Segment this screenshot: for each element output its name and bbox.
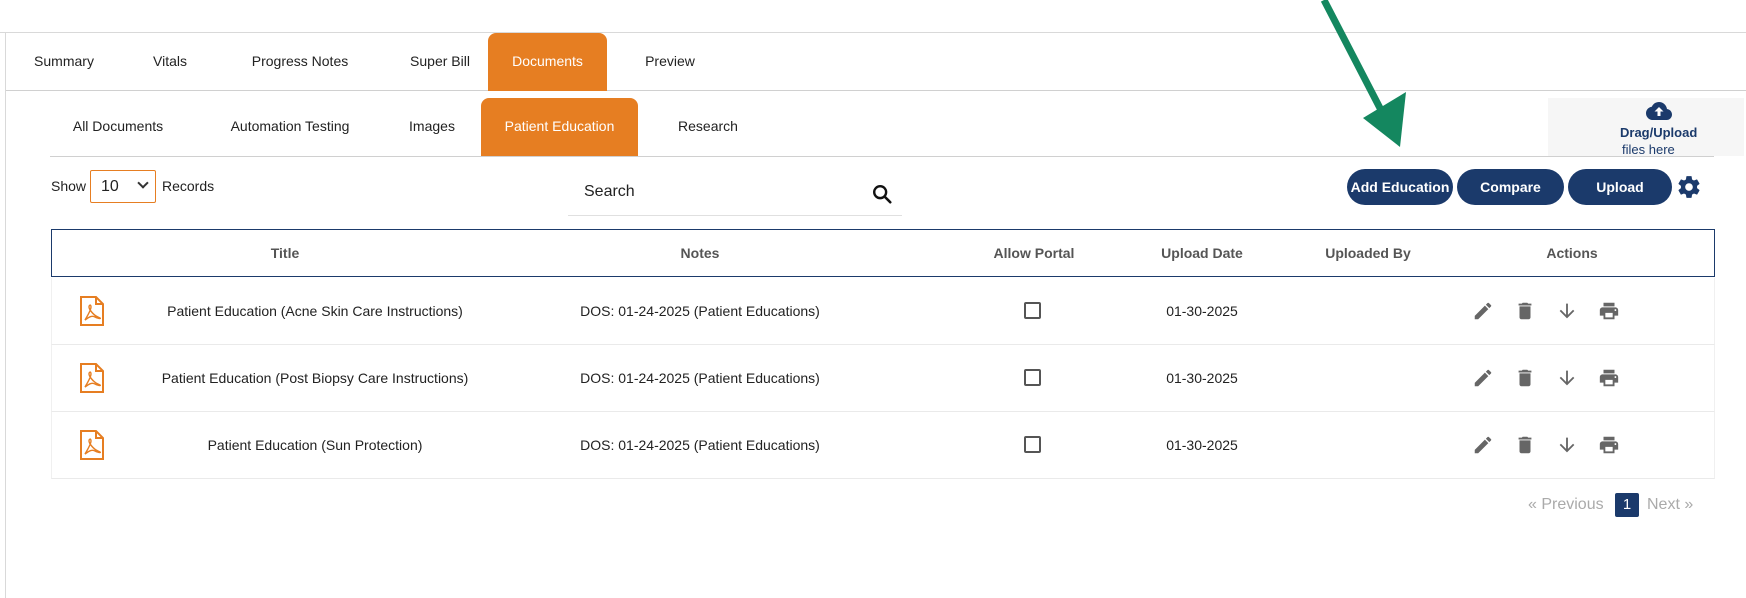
download-icon[interactable] — [1556, 300, 1578, 322]
subtab-automation-testing[interactable]: Automation Testing — [212, 98, 368, 156]
tab-super-bill[interactable]: Super Bill — [384, 33, 496, 91]
records-label: Records — [162, 178, 215, 194]
show-label: Show — [51, 178, 87, 194]
row-uploaded-by — [1288, 412, 1448, 479]
search-icon[interactable] — [871, 183, 893, 205]
tab-documents[interactable]: Documents — [488, 33, 607, 91]
tab-vitals[interactable]: Vitals — [128, 33, 212, 91]
subtab-patient-education[interactable]: Patient Education — [481, 98, 638, 156]
subtab-images[interactable]: Images — [392, 98, 472, 156]
row-upload-date: 01-30-2025 — [1166, 437, 1238, 453]
row-notes: DOS: 01-24-2025 (Patient Educations) — [580, 303, 820, 319]
row-uploaded-by — [1288, 345, 1448, 412]
table-row: Patient Education (Sun Protection) DOS: … — [51, 412, 1715, 479]
allow-portal-checkbox[interactable] — [1024, 369, 1041, 386]
allow-portal-checkbox[interactable] — [1024, 302, 1041, 319]
table-row: Patient Education (Post Biopsy Care Inst… — [51, 345, 1715, 412]
allow-portal-checkbox[interactable] — [1024, 436, 1041, 453]
print-icon[interactable] — [1598, 367, 1620, 389]
row-title: Patient Education (Acne Skin Care Instru… — [167, 303, 463, 319]
chevron-down-icon — [137, 177, 149, 189]
compare-button[interactable]: Compare — [1457, 169, 1564, 205]
print-icon[interactable] — [1598, 300, 1620, 322]
tab-summary[interactable]: Summary — [18, 33, 110, 91]
delete-icon[interactable] — [1514, 300, 1536, 322]
column-notes: Notes — [680, 245, 720, 261]
records-value: 10 — [101, 178, 119, 195]
pdf-icon[interactable] — [79, 296, 105, 326]
page: Summary Vitals Progress Notes Super Bill… — [0, 0, 1746, 598]
download-icon[interactable] — [1556, 367, 1578, 389]
subtab-all-documents[interactable]: All Documents — [60, 98, 176, 156]
tab-progress-notes[interactable]: Progress Notes — [230, 33, 370, 91]
table-row: Patient Education (Acne Skin Care Instru… — [51, 278, 1715, 345]
edit-icon[interactable] — [1472, 434, 1494, 456]
gear-icon[interactable] — [1676, 174, 1702, 200]
delete-icon[interactable] — [1514, 367, 1536, 389]
sub-tabs: All Documents Automation Testing Images … — [50, 98, 1714, 157]
row-title: Patient Education (Sun Protection) — [207, 437, 423, 453]
pagination-current-page[interactable]: 1 — [1615, 493, 1639, 517]
records-per-page-select[interactable]: 10 — [90, 170, 156, 203]
main-tabs: Summary Vitals Progress Notes Super Bill… — [6, 33, 1746, 91]
column-upload-date: Upload Date — [1161, 245, 1243, 261]
row-upload-date: 01-30-2025 — [1166, 303, 1238, 319]
search-box — [568, 172, 902, 216]
download-icon[interactable] — [1556, 434, 1578, 456]
search-input[interactable] — [568, 172, 858, 212]
column-actions: Actions — [1546, 245, 1598, 261]
delete-icon[interactable] — [1514, 434, 1536, 456]
pagination-previous[interactable]: « Previous — [1528, 493, 1604, 517]
upload-button[interactable]: Upload — [1568, 169, 1672, 205]
row-title: Patient Education (Post Biopsy Care Inst… — [161, 370, 469, 386]
add-education-button[interactable]: Add Education — [1347, 169, 1453, 205]
edit-icon[interactable] — [1472, 300, 1494, 322]
pdf-icon[interactable] — [79, 430, 105, 460]
column-title: Title — [270, 245, 300, 261]
subtab-research[interactable]: Research — [658, 98, 758, 156]
annotation-arrow-icon — [1320, 0, 1406, 147]
column-allow-portal: Allow Portal — [993, 245, 1075, 261]
drag-upload-title: Drag/Upload — [1620, 125, 1698, 140]
drag-upload-subtitle: files here — [1622, 142, 1675, 157]
tab-preview[interactable]: Preview — [624, 33, 716, 91]
left-divider — [5, 32, 6, 598]
row-notes: DOS: 01-24-2025 (Patient Educations) — [580, 370, 820, 386]
print-icon[interactable] — [1598, 434, 1620, 456]
row-notes: DOS: 01-24-2025 (Patient Educations) — [580, 437, 820, 453]
row-upload-date: 01-30-2025 — [1166, 370, 1238, 386]
pdf-icon[interactable] — [79, 363, 105, 393]
cloud-upload-icon — [1646, 102, 1672, 120]
pagination-next[interactable]: Next » — [1647, 493, 1693, 517]
column-uploaded-by: Uploaded By — [1325, 245, 1411, 261]
edit-icon[interactable] — [1472, 367, 1494, 389]
row-uploaded-by — [1288, 278, 1448, 345]
table-header: Title Notes Allow Portal Upload Date Upl… — [51, 229, 1715, 277]
